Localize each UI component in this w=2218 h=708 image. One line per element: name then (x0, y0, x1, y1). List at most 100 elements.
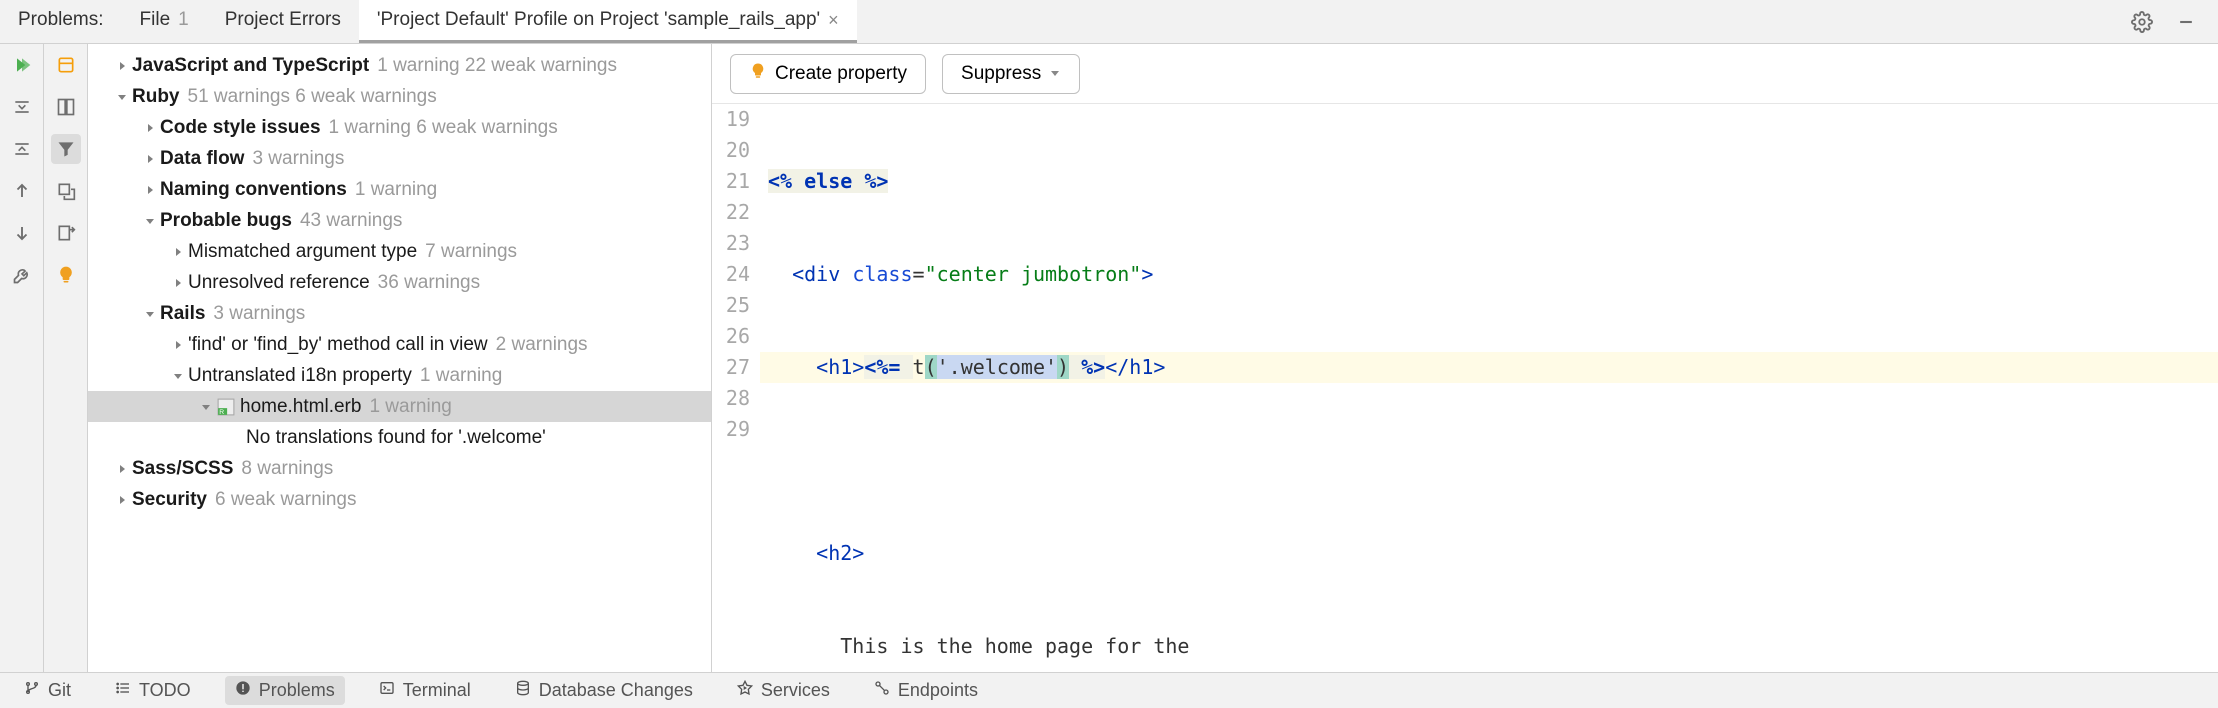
main-content: JavaScript and TypeScript 1 warning 22 w… (0, 44, 2218, 672)
chevron-right-icon (140, 149, 160, 169)
tree-node-naming[interactable]: Naming conventions 1 warning (88, 174, 711, 205)
gear-icon[interactable] (2128, 8, 2156, 36)
tab-project-errors[interactable]: Project Errors (207, 0, 359, 43)
prev-occurrence-icon[interactable] (7, 176, 37, 206)
line-number: 24 (712, 259, 750, 290)
tree-label: Rails (160, 303, 205, 325)
close-icon[interactable]: × (828, 10, 839, 31)
chevron-down-icon (196, 397, 216, 417)
tree-node-js-ts[interactable]: JavaScript and TypeScript 1 warning 22 w… (88, 50, 711, 81)
problems-toolbar-col2 (44, 44, 88, 672)
tool-services[interactable]: Services (727, 676, 840, 705)
branch-icon (24, 680, 40, 701)
editor-toolbar: Create property Suppress (712, 44, 2218, 104)
tree-file-label: home.html.erb (240, 396, 361, 418)
tabs-left: Problems: File 1 Project Errors 'Project… (0, 0, 857, 43)
code-content[interactable]: <% else %> <div class="center jumbotron"… (760, 104, 2218, 672)
tree-node-probable-bugs[interactable]: Probable bugs 43 warnings (88, 205, 711, 236)
tree-meta: 43 warnings (300, 210, 402, 232)
tool-database-changes[interactable]: Database Changes (505, 676, 703, 705)
tree-meta: 1 warning 6 weak warnings (329, 117, 558, 139)
database-icon (515, 680, 531, 701)
tree-meta: 1 warning (355, 179, 437, 201)
tab-file[interactable]: File 1 (122, 0, 207, 43)
tree-node-sass[interactable]: Sass/SCSS 8 warnings (88, 453, 711, 484)
filter-icon[interactable] (51, 134, 81, 164)
tree-node-rails[interactable]: Rails 3 warnings (88, 298, 711, 329)
group-by-icon[interactable] (51, 50, 81, 80)
wrench-icon[interactable] (7, 260, 37, 290)
code-line-19: <% else %> (760, 166, 2218, 197)
tree-meta: 3 warnings (213, 303, 305, 325)
chevron-right-icon (168, 242, 188, 262)
line-number: 19 (712, 104, 750, 135)
rerun-icon[interactable] (7, 50, 37, 80)
chevron-down-icon (140, 304, 160, 324)
tree-meta: 51 warnings 6 weak warnings (188, 86, 437, 108)
tool-window-bar: Git TODO Problems Terminal Database Chan… (0, 672, 2218, 708)
chevron-down-icon (168, 366, 188, 386)
tree-node-unresolved[interactable]: Unresolved reference 36 warnings (88, 267, 711, 298)
chevron-right-icon (140, 118, 160, 138)
create-property-label: Create property (775, 63, 907, 85)
chevron-right-icon (112, 56, 132, 76)
tree-leaf-no-translations[interactable]: No translations found for '.welcome' (88, 422, 711, 453)
editor-pane: Create property Suppress 19 20 21 22 23 … (712, 44, 2218, 672)
tool-git[interactable]: Git (14, 676, 81, 705)
autoscroll-icon[interactable] (51, 176, 81, 206)
tree-node-data-flow[interactable]: Data flow 3 warnings (88, 143, 711, 174)
tool-terminal[interactable]: Terminal (369, 676, 481, 705)
chevron-right-icon (140, 180, 160, 200)
code-line-23: <h2> (760, 538, 2218, 569)
minimize-icon[interactable] (2172, 8, 2200, 36)
tree-node-security[interactable]: Security 6 weak warnings (88, 484, 711, 515)
code-line-20: <div class="center jumbotron"> (760, 259, 2218, 290)
export-icon[interactable] (51, 218, 81, 248)
create-property-button[interactable]: Create property (730, 54, 926, 94)
tree-node-mismatched[interactable]: Mismatched argument type 7 warnings (88, 236, 711, 267)
tabs-right-controls (2110, 8, 2218, 36)
code-editor[interactable]: 19 20 21 22 23 24 25 26 27 28 29 <% else… (712, 104, 2218, 672)
tool-endpoints-label: Endpoints (898, 680, 978, 701)
bulb-icon (749, 62, 767, 86)
tab-inspection-profile[interactable]: 'Project Default' Profile on Project 'sa… (359, 0, 857, 43)
tree-node-ruby[interactable]: Ruby 51 warnings 6 weak warnings (88, 81, 711, 112)
tab-inspection-profile-label: 'Project Default' Profile on Project 'sa… (377, 9, 820, 31)
suppress-button[interactable]: Suppress (942, 54, 1080, 94)
collapse-all-icon[interactable] (7, 134, 37, 164)
tree-node-file-home[interactable]: R home.html.erb 1 warning (88, 391, 711, 422)
erb-file-icon: R (216, 398, 236, 416)
next-occurrence-icon[interactable] (7, 218, 37, 248)
tool-endpoints[interactable]: Endpoints (864, 676, 988, 705)
tree-meta: 2 warnings (496, 334, 588, 356)
tab-problems-heading: Problems: (0, 0, 122, 43)
intention-bulb-icon[interactable] (51, 260, 81, 290)
view-options-icon[interactable] (51, 92, 81, 122)
line-number: 22 (712, 197, 750, 228)
tree-meta: 6 weak warnings (215, 489, 357, 511)
line-number: 26 (712, 321, 750, 352)
problems-heading-text: Problems: (18, 9, 104, 31)
expand-all-icon[interactable] (7, 92, 37, 122)
warning-icon (235, 680, 251, 701)
inspection-tree[interactable]: JavaScript and TypeScript 1 warning 22 w… (88, 44, 712, 672)
tool-todo-label: TODO (139, 680, 191, 701)
tree-label: Security (132, 489, 207, 511)
tree-label: Data flow (160, 148, 244, 170)
tree-node-untranslated[interactable]: Untranslated i18n property 1 warning (88, 360, 711, 391)
line-gutter: 19 20 21 22 23 24 25 26 27 28 29 (712, 104, 760, 672)
tool-todo[interactable]: TODO (105, 676, 201, 705)
tool-problems[interactable]: Problems (225, 676, 345, 705)
tree-label: Unresolved reference (188, 272, 370, 294)
code-line-24: This is the home page for the (760, 631, 2218, 662)
tree-node-find-by[interactable]: 'find' or 'find_by' method call in view … (88, 329, 711, 360)
tree-meta: 1 warning (369, 396, 451, 418)
tree-label: Code style issues (160, 117, 321, 139)
tree-label: 'find' or 'find_by' method call in view (188, 334, 488, 356)
tree-node-code-style[interactable]: Code style issues 1 warning 6 weak warni… (88, 112, 711, 143)
tool-terminal-label: Terminal (403, 680, 471, 701)
play-icon (737, 680, 753, 701)
chevron-down-icon (112, 87, 132, 107)
tree-label: Mismatched argument type (188, 241, 417, 263)
tab-project-errors-label: Project Errors (225, 9, 341, 31)
